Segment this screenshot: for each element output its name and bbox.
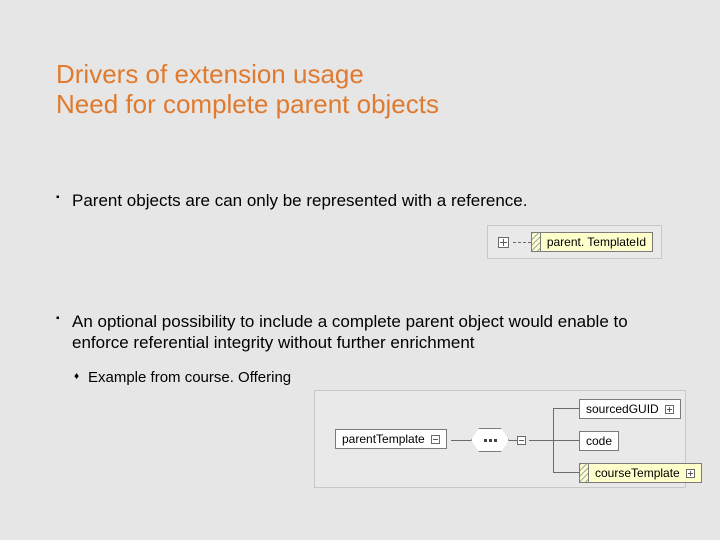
node-label: code [586, 434, 612, 448]
bullet-subitem: Example from course. Offering [56, 368, 664, 388]
node-sourced-guid: sourcedGUID [579, 399, 681, 419]
expand-icon [665, 405, 674, 414]
connector [553, 472, 579, 473]
node-code: code [579, 431, 619, 451]
connector [553, 440, 579, 441]
slide: Drivers of extension usage Need for comp… [0, 0, 720, 540]
diagram-panel: parent. TemplateId [487, 225, 662, 259]
connector [553, 408, 579, 409]
node-label: parentTemplate [342, 432, 425, 446]
title-line-1: Drivers of extension usage [56, 60, 664, 90]
bullet-item: An optional possibility to include a com… [56, 311, 664, 354]
connector [451, 440, 471, 441]
node-hatch-icon [532, 233, 541, 251]
node-course-template: courseTemplate [579, 463, 702, 483]
connector [509, 440, 517, 441]
bullet-list: Parent objects are can only be represent… [56, 190, 664, 387]
diagram-parent-template-id: parent. TemplateId [56, 225, 664, 259]
title-line-2: Need for complete parent objects [56, 90, 664, 120]
collapse-icon [517, 436, 526, 445]
connector [513, 242, 531, 243]
slide-title: Drivers of extension usage Need for comp… [56, 60, 664, 120]
node-label: parent. TemplateId [547, 235, 646, 249]
sequence-group [471, 428, 526, 452]
node-parent-template-id: parent. TemplateId [531, 232, 653, 252]
node-hatch-icon [580, 464, 589, 482]
sequence-icon [471, 428, 509, 452]
collapse-icon [431, 435, 440, 444]
expand-icon [686, 469, 695, 478]
node-label: sourcedGUID [586, 402, 659, 416]
bullet-item: Parent objects are can only be represent… [56, 190, 664, 211]
expand-icon [498, 237, 509, 248]
node-label: courseTemplate [595, 466, 680, 480]
diagram-course-offering: parentTemplate sourcedGUID [314, 390, 686, 488]
connector [529, 440, 553, 441]
node-parent-template: parentTemplate [335, 429, 447, 449]
